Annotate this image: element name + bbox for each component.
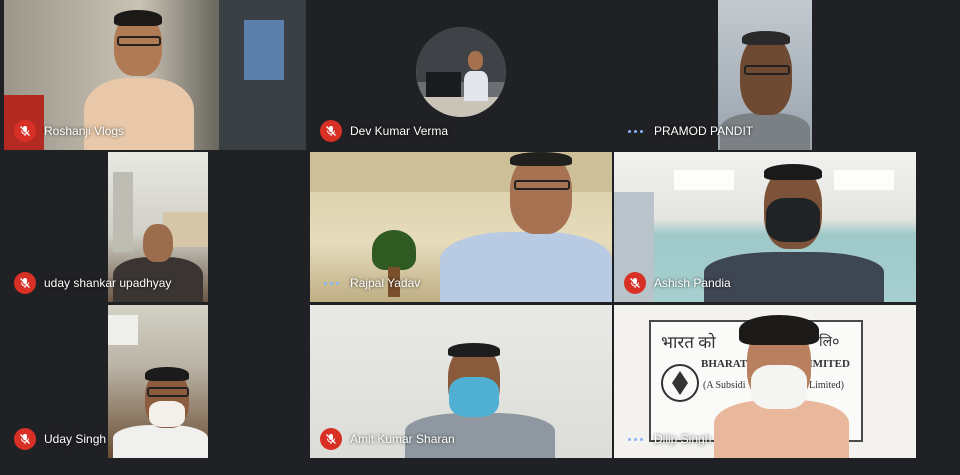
mic-off-icon (320, 428, 342, 450)
video-feed (108, 305, 208, 458)
avatar (416, 27, 506, 117)
name-tag: Dev Kumar Verma (320, 120, 448, 142)
name-tag: Ashish Pandia (624, 272, 731, 294)
audio-level-icon (320, 272, 342, 294)
name-tag: Amit Kumar Sharan (320, 428, 455, 450)
participant-name: Roshanji Vlogs (44, 124, 125, 138)
participant-tile-ashish-pandia[interactable]: Ashish Pandia (614, 152, 916, 302)
mic-off-icon (14, 272, 36, 294)
name-tag: PRAMOD PANDIT (624, 120, 753, 142)
participant-name: Dev Kumar Verma (350, 124, 449, 138)
participant-tile-dev-kumar-verma[interactable]: Dev Kumar Verma (310, 0, 612, 150)
participant-name: Rajpal Yadav (350, 276, 421, 290)
participant-tile-rajpal-yadav[interactable]: Rajpal Yadav (310, 152, 612, 302)
participant-tile-uday-shankar-upadhyay[interactable]: uday shankar upadhyay (4, 152, 306, 302)
mic-off-icon (624, 272, 646, 294)
plant (372, 230, 416, 270)
audio-level-icon (624, 120, 646, 142)
company-logo (661, 364, 699, 402)
participant-name: uday shankar upadhyay (44, 276, 172, 290)
participant-tile-amit-kumar-sharan[interactable]: Amit Kumar Sharan (310, 305, 612, 458)
participant-tile-pramod-pandit[interactable]: PRAMOD PANDIT (614, 0, 916, 150)
participant-name: Dilip Singh (654, 432, 712, 446)
mic-off-icon (14, 428, 36, 450)
participant-name: Uday Singh (44, 432, 107, 446)
name-tag: uday shankar upadhyay (14, 272, 171, 294)
name-tag: Dilip Singh (624, 428, 711, 450)
mic-off-icon (14, 120, 36, 142)
audio-level-icon (624, 428, 646, 450)
name-tag: Roshanji Vlogs (14, 120, 124, 142)
participant-name: PRAMOD PANDIT (654, 124, 754, 138)
name-tag: Rajpal Yadav (320, 272, 420, 294)
name-tag: Uday Singh (14, 428, 106, 450)
participant-tile-uday-singh[interactable]: Uday Singh (4, 305, 306, 458)
participant-name: Ashish Pandia (654, 276, 731, 290)
participant-name: Amit Kumar Sharan (350, 432, 455, 446)
mic-off-icon (320, 120, 342, 142)
participant-tile-dilip-singh[interactable]: भारत को लि० BHARAT LIMITED (A Subsidi Li… (614, 305, 916, 458)
participant-tile-roshanji-vlogs[interactable]: Roshanji Vlogs (4, 0, 306, 150)
